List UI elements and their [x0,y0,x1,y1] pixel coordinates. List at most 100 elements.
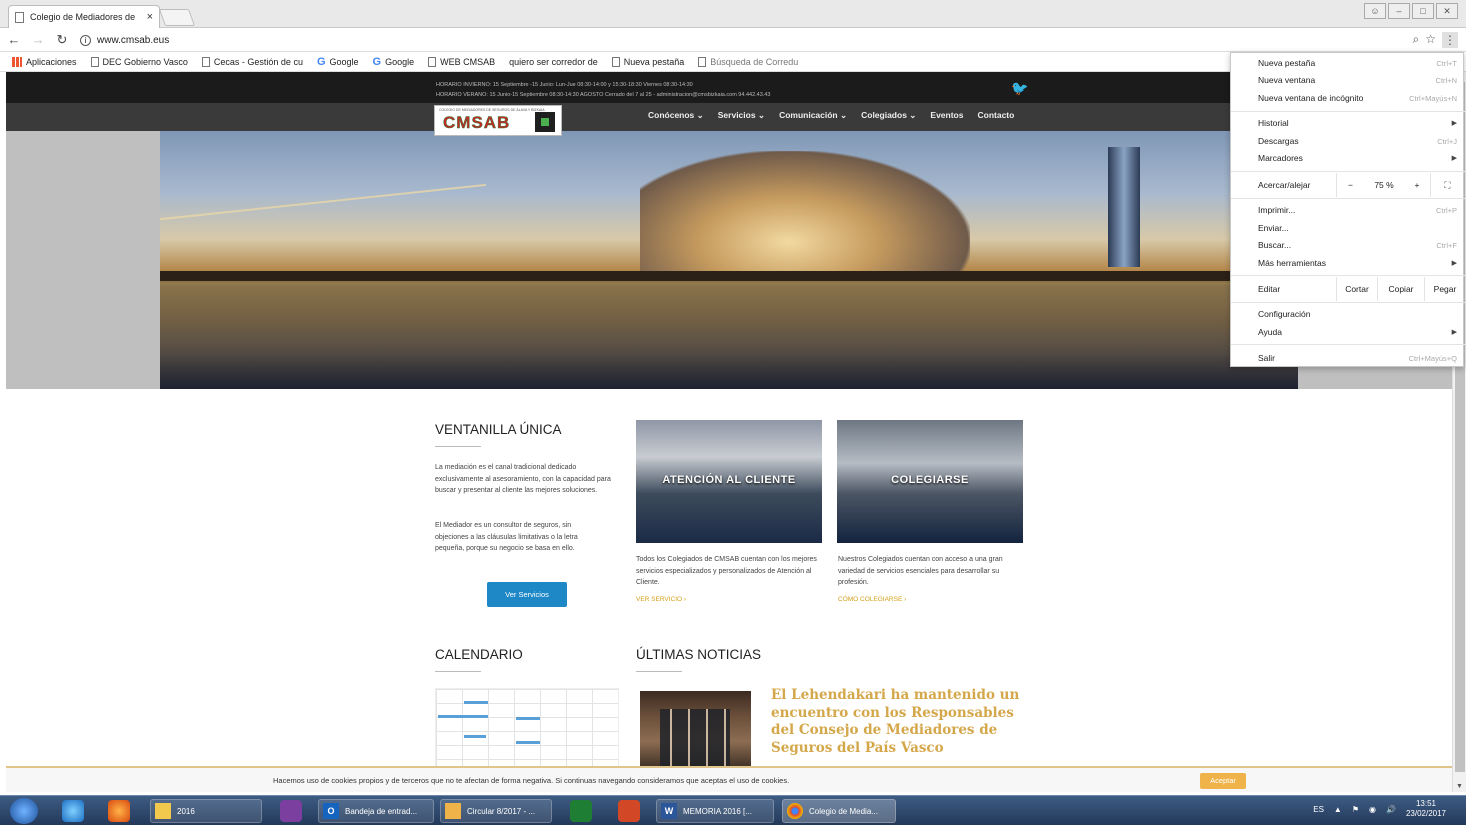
system-tray: ES ▲ ⚑ ◉ 🔊 13:51 23/02/2017 [1313,799,1446,819]
bookmark-cecas[interactable]: Cecas - Gestión de cu [201,56,303,67]
window-controls: ☺ – □ ✕ [1364,3,1458,19]
tab-strip: Colegio de Mediadores de × ☺ – □ ✕ [0,0,1466,28]
reload-icon[interactable]: ↻ [52,32,72,48]
page-icon [698,56,707,67]
calendar-event[interactable] [516,741,540,744]
menu-print[interactable]: Imprimir... Ctrl+P [1231,202,1465,218]
menu-comunicacion[interactable]: Comunicación ⌄ [779,110,847,121]
language-indicator[interactable]: ES [1313,805,1324,814]
apps-icon [12,56,22,67]
bookmark-google-2[interactable]: G Google [373,56,415,68]
menu-downloads[interactable]: Descargas Ctrl+J [1231,133,1465,149]
powerpoint-icon[interactable] [618,800,640,822]
calendar-event[interactable] [464,701,488,704]
colegiarse-card-image[interactable]: COLEGIARSE [837,420,1023,543]
fullscreen-icon[interactable]: ⛶ [1430,173,1464,197]
menu-new-tab[interactable]: Nueva pestaña Ctrl+T [1231,55,1465,71]
star-icon[interactable]: ☆ [1425,32,1436,48]
info-icon[interactable]: i [80,34,91,46]
menu-bookmarks[interactable]: Marcadores ▶ [1231,150,1465,166]
page-icon [15,11,24,23]
tab-title: Colegio de Mediadores de [30,12,136,22]
calendar-event[interactable] [438,715,488,718]
network-icon[interactable]: ◉ [1369,805,1376,814]
ver-servicio-link[interactable]: VER SERVICIO › [636,596,686,603]
menu-history[interactable]: Historial ▶ [1231,115,1465,131]
browser-tab[interactable]: Colegio de Mediadores de × [8,5,160,28]
menu-colegiados[interactable]: Colegiados ⌄ [861,110,916,121]
page-icon [90,56,99,67]
flag-icon[interactable]: ⚑ [1352,805,1359,814]
bookmark-dec[interactable]: DEC Gobierno Vasco [90,56,188,67]
start-button[interactable] [10,798,38,824]
zoom-out-button[interactable]: − [1336,173,1364,197]
cookie-message: Hacemos uso de cookies propios y de terc… [273,776,790,785]
menu-cast[interactable]: Enviar... [1231,220,1465,236]
ie-icon[interactable] [62,800,84,822]
menu-zoom-row: Acercar/alejar − 75 % + ⛶ [1231,173,1465,197]
menu-conocenos[interactable]: Conócenos ⌄ [648,110,704,121]
forward-icon[interactable]: → [28,32,48,47]
excel-icon[interactable] [570,800,592,822]
close-tab-icon[interactable]: × [147,11,153,23]
windows-taskbar: 2016 O Bandeja de entrad... Circular 8/20… [0,795,1466,825]
menu-incognito[interactable]: Nueva ventana de incógnito Ctrl+Mayús+N [1231,90,1465,106]
site-logo[interactable]: COLEGIO DE MEDIADORES DE SEGUROS DE ÁLAV… [434,105,562,136]
taskbar-outlook[interactable]: O Bandeja de entrad... [318,799,434,823]
user-icon[interactable]: ☺ [1364,3,1386,19]
taskbar-circular[interactable]: Circular 8/2017 - ... [440,799,552,823]
zoom-in-button[interactable]: + [1404,173,1430,197]
menu-contacto[interactable]: Contacto [977,110,1014,121]
tower-shape [1108,147,1140,267]
submenu-arrow-icon: ▶ [1451,120,1457,127]
atencion-card-image[interactable]: ATENCIÓN AL CLIENTE [636,420,822,543]
taskbar-explorer[interactable]: 2016 [150,799,262,823]
bookmark-busqueda[interactable]: Búsqueda de Corredu [698,56,798,67]
menu-help[interactable]: Ayuda ▶ [1231,324,1465,340]
new-tab-button[interactable] [158,9,196,26]
menu-eventos[interactable]: Eventos [930,110,963,121]
menu-servicios[interactable]: Servicios ⌄ [718,110,765,121]
taskbar-chrome[interactable]: Colegio de Media... [782,799,896,823]
bookmark-corredor[interactable]: quiero ser corredor de [509,57,598,67]
google-icon: G [372,55,382,68]
menu-new-window[interactable]: Nueva ventana Ctrl+N [1231,72,1465,88]
scroll-down-icon[interactable]: ▼ [1456,783,1463,790]
menu-paste-button[interactable]: Pegar [1424,277,1465,301]
firefox-icon[interactable] [108,800,130,822]
bookmark-web-cmsab[interactable]: WEB CMSAB [428,56,495,67]
news-image[interactable] [640,691,751,775]
calendar-event[interactable] [516,717,540,720]
minimize-button[interactable]: – [1388,3,1410,19]
ver-servicios-button[interactable]: Ver Servicios [487,582,567,607]
menu-settings[interactable]: Configuración [1231,306,1465,322]
people-photo [660,709,730,771]
menu-more-tools[interactable]: Más herramientas ▶ [1231,255,1465,271]
como-colegiarse-link[interactable]: CÓMO COLEGIARSE › [838,596,906,603]
close-window-button[interactable]: ✕ [1436,3,1458,19]
news-headline[interactable]: El Lehendakari ha mantenido un encuentro… [771,687,1031,757]
clock[interactable]: 13:51 23/02/2017 [1406,799,1446,819]
calendar-event[interactable] [464,735,486,738]
cookie-accept-button[interactable]: Aceptar [1200,773,1246,789]
twitter-icon[interactable]: 🐦 [1011,80,1028,97]
calendar-widget[interactable] [435,688,619,775]
calendario-heading: CALENDARIO [435,647,523,672]
tray-arrow-icon[interactable]: ▲ [1334,805,1342,814]
page-icon [611,56,620,67]
menu-copy-button[interactable]: Copiar [1377,277,1424,301]
taskbar-word[interactable]: W MEMORIA 2016 [... [656,799,774,823]
back-icon[interactable]: ← [4,32,24,47]
bookmark-google-1[interactable]: G Google [317,56,359,68]
menu-cut-button[interactable]: Cortar [1336,277,1377,301]
menu-exit[interactable]: Salir Ctrl+Mayús+Q [1231,350,1465,366]
bookmark-nueva-pestana[interactable]: Nueva pestaña [611,56,684,67]
maximize-button[interactable]: □ [1412,3,1434,19]
address-bar[interactable]: i www.cmsab.eus [80,31,1440,49]
chrome-menu-icon[interactable]: ⋮ [1442,32,1458,48]
zoom-icon[interactable]: ⌕ [1413,32,1420,48]
bookmark-apps[interactable]: Aplicaciones [12,56,77,67]
onenote-icon[interactable] [280,800,302,822]
volume-icon[interactable]: 🔊 [1386,805,1396,814]
menu-find[interactable]: Buscar... Ctrl+F [1231,237,1465,253]
